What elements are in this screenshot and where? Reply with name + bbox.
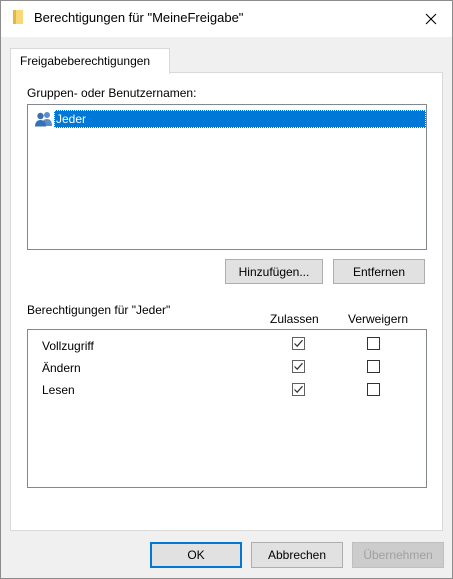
column-header-allow: Zulassen — [270, 312, 319, 326]
groups-label: Gruppen- oder Benutzernamen: — [27, 86, 197, 100]
apply-button[interactable]: Übernehmen — [352, 542, 444, 568]
remove-button[interactable]: Entfernen — [333, 259, 425, 284]
permission-row-label: Vollzugriff — [42, 339, 94, 353]
close-button[interactable] — [410, 1, 452, 36]
cancel-button[interactable]: Abbrechen — [251, 542, 343, 568]
tab-freigabeberechtigungen[interactable]: Freigabeberechtigungen — [10, 48, 170, 74]
allow-checkbox[interactable] — [292, 337, 305, 350]
user-name: Jeder — [54, 110, 426, 128]
check-icon — [294, 362, 303, 371]
column-header-deny: Verweigern — [348, 312, 409, 326]
check-icon — [294, 385, 303, 394]
deny-checkbox[interactable] — [367, 360, 380, 373]
deny-checkbox[interactable] — [367, 383, 380, 396]
deny-checkbox[interactable] — [367, 337, 380, 350]
check-icon — [294, 339, 303, 348]
close-icon — [425, 13, 437, 24]
allow-checkbox[interactable] — [292, 360, 305, 373]
ok-button[interactable]: OK — [150, 542, 242, 568]
tab-label: Freigabeberechtigungen — [20, 54, 151, 68]
users-group-icon — [34, 111, 54, 127]
permission-row-label: Ändern — [42, 361, 81, 375]
permission-row-label: Lesen — [42, 383, 75, 397]
allow-checkbox[interactable] — [292, 383, 305, 396]
folder-icon — [13, 10, 23, 24]
window-title: Berechtigungen für "MeineFreigabe" — [34, 10, 244, 25]
list-item-jeder[interactable]: Jeder — [33, 110, 426, 128]
add-button[interactable]: Hinzufügen... — [225, 259, 323, 284]
permissions-label: Berechtigungen für "Jeder" — [27, 303, 171, 317]
